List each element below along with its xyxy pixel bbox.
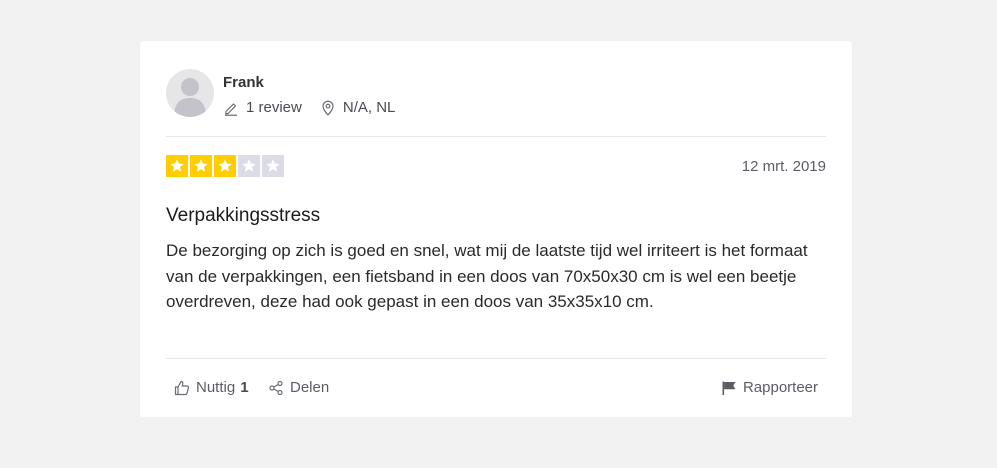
star-rating xyxy=(166,155,286,177)
star-filled xyxy=(190,155,212,177)
review-date: 12 mrt. 2019 xyxy=(741,158,826,175)
star-empty xyxy=(238,155,260,177)
divider xyxy=(166,136,826,137)
consumer-name[interactable]: Frank xyxy=(223,74,264,91)
flag-icon xyxy=(722,381,736,395)
consumer-meta: 1 review N/A, NL xyxy=(223,99,395,116)
star-empty xyxy=(262,155,284,177)
review-count-label: 1 review xyxy=(246,99,302,116)
consumer-location: N/A, NL xyxy=(320,99,396,116)
pencil-icon xyxy=(223,100,239,116)
review-card: Frank 1 review N/A, NL 12 mrt. 2019 Verp… xyxy=(140,41,852,417)
divider xyxy=(166,358,826,359)
review-actions: Nuttig 1 Delen Rapporteer xyxy=(166,377,826,401)
share-icon xyxy=(269,380,283,395)
useful-button[interactable]: Nuttig 1 xyxy=(174,379,249,396)
star-icon xyxy=(218,159,232,172)
review-title[interactable]: Verpakkingsstress xyxy=(166,205,320,227)
star-filled xyxy=(166,155,188,177)
thumbs-up-icon xyxy=(174,380,190,395)
report-label: Rapporteer xyxy=(742,379,818,396)
useful-count: 1 xyxy=(240,379,249,396)
review-body: De bezorging op zich is goed en snel, wa… xyxy=(166,241,808,311)
avatar[interactable] xyxy=(166,69,214,117)
consumer-info: Frank 1 review N/A, NL xyxy=(166,69,826,137)
star-icon xyxy=(266,159,280,172)
avatar-placeholder-icon xyxy=(174,78,206,117)
share-label: Delen xyxy=(290,379,330,396)
star-icon xyxy=(194,159,208,172)
share-button[interactable]: Delen xyxy=(268,379,329,396)
location-label: N/A, NL xyxy=(342,99,396,116)
report-button[interactable]: Rapporteer xyxy=(721,379,818,396)
review-count: 1 review xyxy=(223,99,302,116)
star-icon xyxy=(242,159,256,172)
star-icon xyxy=(170,159,184,172)
rating-row: 12 mrt. 2019 xyxy=(166,155,826,177)
star-filled xyxy=(214,155,236,177)
location-pin-icon xyxy=(320,100,336,116)
useful-label: Nuttig xyxy=(196,379,236,396)
